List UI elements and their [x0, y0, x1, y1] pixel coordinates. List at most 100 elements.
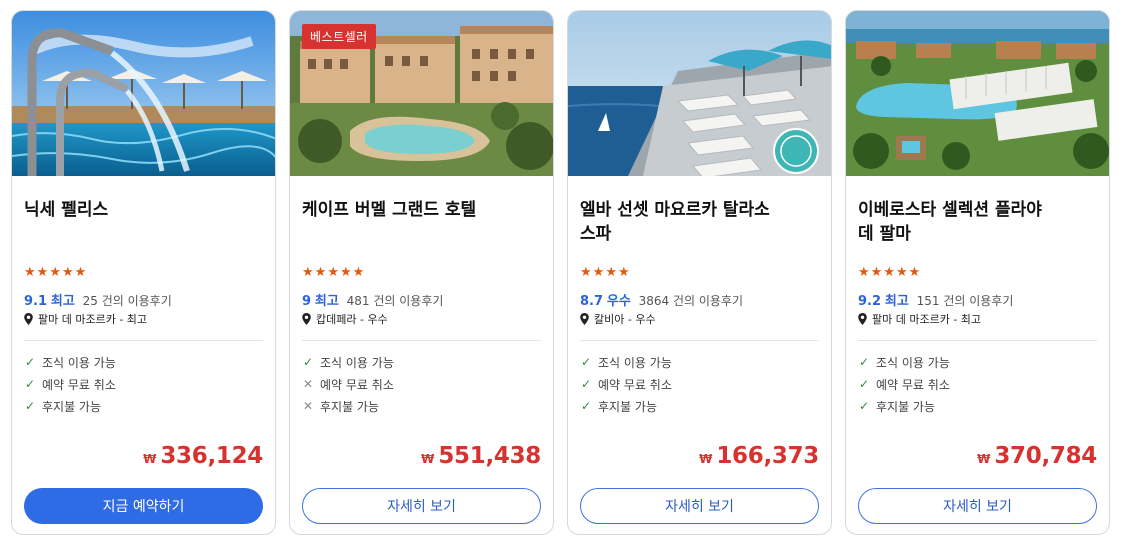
check-icon: ✓	[580, 377, 592, 391]
currency-symbol: ₩	[143, 452, 157, 466]
feature-item: ✓ 조식 이용 가능	[858, 351, 1097, 373]
feature-item: ✓ 조식 이용 가능	[580, 351, 819, 373]
check-icon: ✓	[580, 399, 592, 413]
feature-label: 예약 무료 취소	[598, 377, 672, 392]
cross-icon: ✕	[302, 399, 314, 413]
review-score: 8.7	[580, 294, 604, 309]
hotel-photo[interactable]	[12, 11, 275, 176]
check-icon: ✓	[580, 355, 592, 369]
star-icon: ★	[883, 265, 895, 280]
star-icon: ★	[36, 265, 49, 280]
feature-label: 예약 무료 취소	[876, 377, 950, 392]
star-icon: ★	[314, 265, 327, 280]
hotel-name[interactable]: 엘바 선셋 마요르카 탈라소 스파	[580, 198, 819, 248]
star-rating: ★ ★ ★ ★ ★	[24, 266, 263, 280]
feature-label: 예약 무료 취소	[42, 377, 116, 392]
review-score: 9.2	[858, 294, 882, 309]
hotel-photo[interactable]	[846, 11, 1109, 176]
location-text: 팔마 데 마조르카 - 최고	[872, 312, 982, 326]
location-text: 팔마 데 마조르카 - 최고	[38, 312, 148, 326]
check-icon: ✓	[24, 377, 36, 391]
star-icon: ★	[61, 265, 74, 280]
check-icon: ✓	[302, 355, 314, 369]
check-icon: ✓	[858, 377, 870, 391]
location: 팔마 데 마조르카 - 최고	[24, 311, 263, 326]
price: ₩ 551,438	[421, 443, 541, 469]
hotel-card-list: 닉세 펠리스 ★ ★ ★ ★ ★ 9.1 최고 25 건의 이용후기 팔마 데 …	[11, 10, 1110, 535]
location: 팔마 데 마조르카 - 최고	[858, 311, 1097, 326]
check-icon: ✓	[24, 399, 36, 413]
hotel-photo[interactable]: 베스트셀러	[290, 11, 553, 176]
review-count: 3864 건의 이용후기	[638, 294, 744, 308]
price: ₩ 370,784	[977, 443, 1097, 469]
hotel-card[interactable]: 베스트셀러 케이프 버멜 그랜드 호텔 ★ ★ ★ ★ ★ 9 최고 481 건…	[289, 10, 554, 535]
star-icon: ★	[605, 265, 617, 280]
view-details-button[interactable]: 자세히 보기	[580, 488, 819, 524]
star-rating: ★ ★ ★ ★ ★	[858, 266, 1097, 280]
star-icon: ★	[580, 265, 592, 280]
hotel-card[interactable]: 닉세 펠리스 ★ ★ ★ ★ ★ 9.1 최고 25 건의 이용후기 팔마 데 …	[11, 10, 276, 535]
feature-label: 후지불 가능	[876, 399, 936, 414]
review-count: 481 건의 이용후기	[346, 294, 444, 308]
review-summary: 9.2 최고 151 건의 이용후기	[858, 290, 1097, 309]
feature-item: ✓ 예약 무료 취소	[24, 373, 263, 395]
star-icon: ★	[908, 265, 921, 280]
hotel-name-line: 닉세 펠리스	[24, 200, 109, 220]
review-grade: 최고	[50, 294, 75, 309]
feature-label: 조식 이용 가능	[42, 355, 116, 370]
hotel-name-line: 이베로스타 셀렉션 플라야	[858, 200, 1042, 220]
check-icon: ✓	[858, 399, 870, 413]
divider	[580, 340, 819, 341]
location-pin-icon	[858, 312, 867, 325]
location: 칼비아 - 우수	[580, 311, 819, 326]
hotel-photo[interactable]	[568, 11, 831, 176]
currency-symbol: ₩	[421, 452, 435, 466]
divider	[302, 340, 541, 341]
hotel-name[interactable]: 케이프 버멜 그랜드 호텔	[302, 198, 541, 248]
feature-list: ✓ 조식 이용 가능 ✓ 예약 무료 취소 ✓ 후지불 가능	[858, 351, 1097, 417]
feature-label: 후지불 가능	[320, 399, 380, 414]
location-text: 칼비아 - 우수	[594, 312, 656, 326]
feature-item: ✓ 조식 이용 가능	[302, 351, 541, 373]
feature-item: ✕ 예약 무료 취소	[302, 373, 541, 395]
hotel-name[interactable]: 이베로스타 셀렉션 플라야 데 팔마	[858, 198, 1097, 248]
review-summary: 9.1 최고 25 건의 이용후기	[24, 290, 263, 309]
review-count: 25 건의 이용후기	[82, 294, 172, 308]
cross-icon: ✕	[302, 377, 314, 391]
view-details-button[interactable]: 자세히 보기	[858, 488, 1097, 524]
review-grade: 최고	[314, 294, 339, 309]
feature-list: ✓ 조식 이용 가능 ✓ 예약 무료 취소 ✓ 후지불 가능	[580, 351, 819, 417]
star-rating: ★ ★ ★ ★	[580, 266, 819, 280]
location-pin-icon	[580, 312, 589, 325]
star-icon: ★	[617, 265, 630, 280]
price: ₩ 166,373	[699, 443, 819, 469]
currency-symbol: ₩	[977, 452, 991, 466]
star-icon: ★	[24, 265, 36, 280]
review-score: 9.1	[24, 294, 48, 309]
book-now-button[interactable]: 지금 예약하기	[24, 488, 263, 524]
hotel-card[interactable]: 엘바 선셋 마요르카 탈라소 스파 ★ ★ ★ ★ 8.7 우수 3864 건의…	[567, 10, 832, 535]
hotel-card[interactable]: 이베로스타 셀렉션 플라야 데 팔마 ★ ★ ★ ★ ★ 9.2 최고 151 …	[845, 10, 1110, 535]
price-amount: 166,373	[716, 443, 819, 469]
bestseller-badge: 베스트셀러	[302, 24, 376, 49]
star-icon: ★	[352, 265, 365, 280]
price: ₩ 336,124	[143, 443, 263, 469]
feature-list: ✓ 조식 이용 가능 ✓ 예약 무료 취소 ✓ 후지불 가능	[24, 351, 263, 417]
feature-item: ✓ 후지불 가능	[858, 395, 1097, 417]
star-icon: ★	[895, 265, 908, 280]
check-icon: ✓	[24, 355, 36, 369]
price-amount: 370,784	[994, 443, 1097, 469]
feature-label: 후지불 가능	[598, 399, 658, 414]
star-icon: ★	[339, 265, 352, 280]
feature-label: 예약 무료 취소	[320, 377, 394, 392]
divider	[24, 340, 263, 341]
review-count: 151 건의 이용후기	[916, 294, 1014, 308]
location: 캅데페라 - 우수	[302, 311, 541, 326]
star-icon: ★	[74, 265, 87, 280]
hotel-name[interactable]: 닉세 펠리스	[24, 198, 263, 248]
review-grade: 최고	[884, 294, 909, 309]
feature-item: ✓ 예약 무료 취소	[580, 373, 819, 395]
price-amount: 336,124	[160, 443, 263, 469]
price-amount: 551,438	[438, 443, 541, 469]
view-details-button[interactable]: 자세히 보기	[302, 488, 541, 524]
